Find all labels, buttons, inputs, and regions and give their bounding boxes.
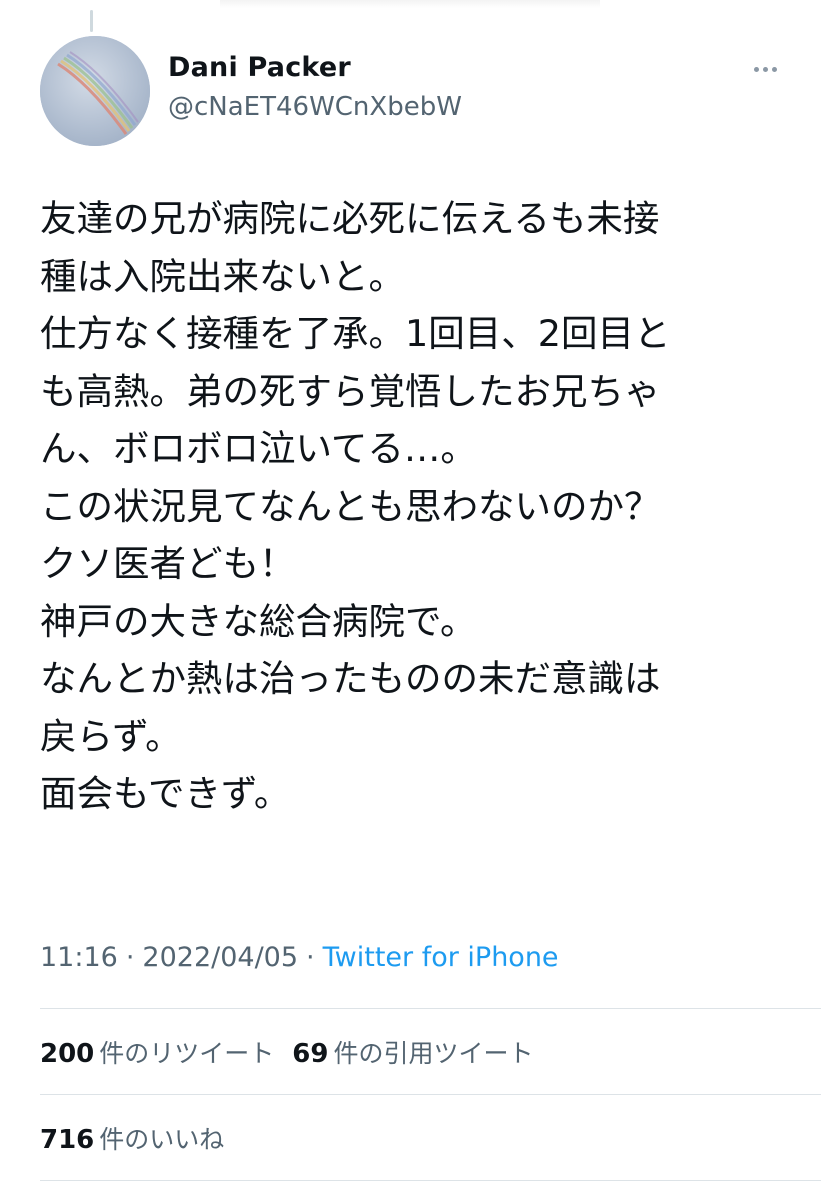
tweet-time[interactable]: 11:16 <box>40 942 118 973</box>
likes-stat[interactable]: 716 件のいいね <box>40 1120 224 1156</box>
tweet-line: 仕方なく接種を了承。1回目、2回目と <box>40 312 671 355</box>
separator: · <box>125 942 135 973</box>
divider <box>40 1094 821 1095</box>
avatar[interactable] <box>40 36 150 146</box>
tweet-line: 友達の兄が病院に必死に伝えるも未接 <box>40 197 660 240</box>
top-edge-shadow <box>220 0 600 8</box>
tweet-line: この状況見てなんとも思わないのか？ <box>40 484 661 528</box>
tweet-line: クソ医者ども！ <box>40 542 296 585</box>
more-dots-icon <box>753 66 759 72</box>
more-options-button[interactable] <box>745 54 785 84</box>
tweet-line: ん、ボロボロ泣いてる…。 <box>40 427 477 470</box>
author-handle[interactable]: @cNaET46WCnXbebW <box>168 92 462 122</box>
more-dots-icon <box>762 66 768 72</box>
tweet-text: 友達の兄が病院に必死に伝えるも未接 種は入院出来ないと。 仕方なく接種を了承。1… <box>40 190 810 823</box>
tweet-line: 神戸の大きな総合病院で。 <box>40 599 477 643</box>
quote-tweets-label: 件の引用ツイート <box>333 1039 534 1068</box>
divider <box>40 1008 821 1009</box>
quote-tweets-stat[interactable]: 69 件の引用ツイート <box>292 1034 533 1070</box>
separator: · <box>306 942 315 973</box>
author-name[interactable]: Dani Packer <box>168 52 351 83</box>
tweet-line: も高熱。弟の死すら覚悟したお兄ちゃ <box>40 369 661 413</box>
engagement-stats: 200 件のリツイート 69 件の引用ツイート <box>40 1034 534 1070</box>
retweets-stat[interactable]: 200 件のリツイート <box>40 1034 274 1070</box>
tweet-date[interactable]: 2022/04/05 <box>142 942 298 973</box>
more-dots-icon <box>771 66 777 72</box>
retweets-count: 200 <box>40 1039 95 1069</box>
likes-row: 716 件のいいね <box>40 1120 224 1156</box>
thread-line <box>90 10 93 32</box>
tweet-line: 面会もできず。 <box>40 772 291 815</box>
tweet-line: なんとか熱は治ったものの未だ意識は <box>40 657 661 700</box>
source-link[interactable]: Twitter for iPhone <box>323 942 559 973</box>
likes-label: 件のいいね <box>99 1125 225 1154</box>
divider <box>40 1180 821 1181</box>
retweets-label: 件のリツイート <box>99 1039 275 1068</box>
rainbow-sky-image <box>40 36 150 146</box>
quote-tweets-count: 69 <box>292 1039 329 1069</box>
tweet-metadata: 11:16 · 2022/04/05 · Twitter for iPhone <box>40 942 559 973</box>
tweet-line: 戻らず。 <box>40 714 182 758</box>
likes-count: 716 <box>40 1125 95 1155</box>
tweet-line: 種は入院出来ないと。 <box>40 254 405 298</box>
